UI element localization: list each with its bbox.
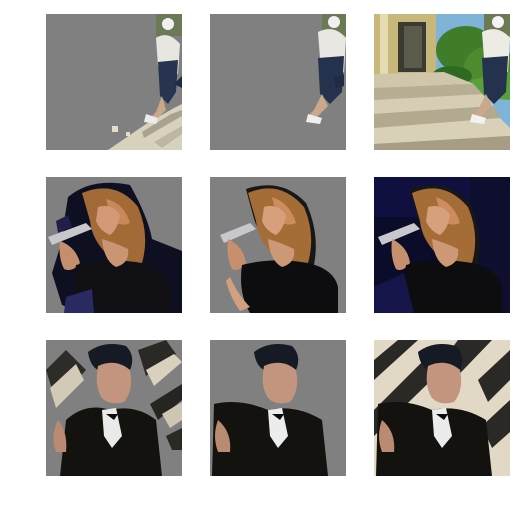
portrait-mask-sparse (46, 340, 182, 476)
singer-mask-sparse (46, 177, 182, 313)
stairs-original (374, 14, 510, 150)
stairs-mask-refined (210, 14, 346, 150)
stairs-mask-sparse (46, 14, 182, 150)
singer-original (374, 177, 510, 313)
portrait-original (374, 340, 510, 476)
image-grid (0, 0, 520, 510)
singer-mask-refined (210, 177, 346, 313)
portrait-mask-refined (210, 340, 346, 476)
